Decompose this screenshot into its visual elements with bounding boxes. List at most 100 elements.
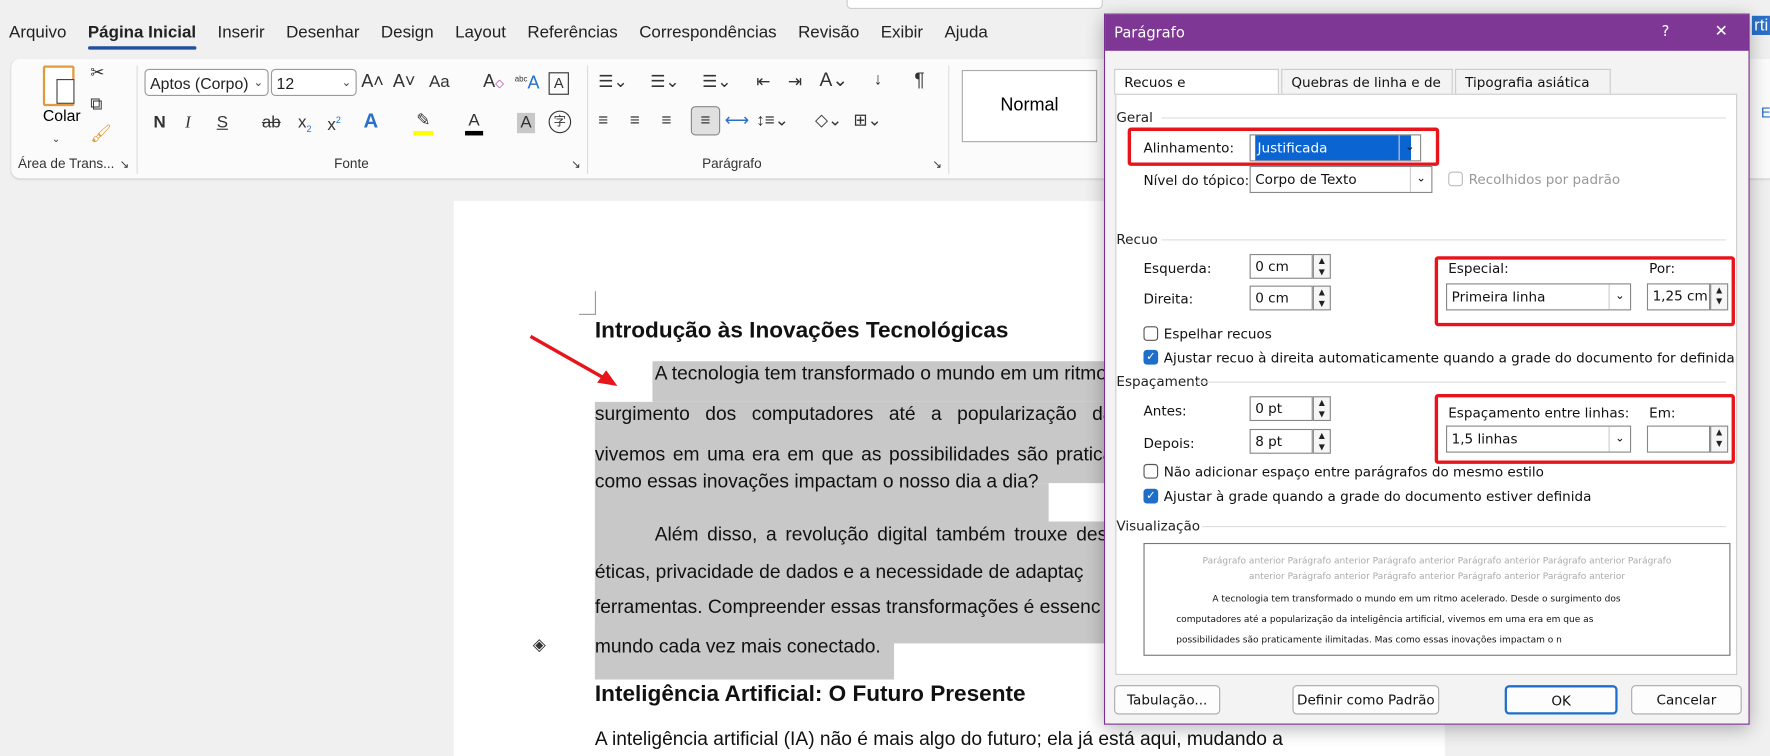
snap-grid-checkbox[interactable]: ✓: [1143, 488, 1159, 504]
numbering-icon[interactable]: ☰⌄: [650, 72, 679, 92]
superscript-icon[interactable]: x2: [327, 111, 340, 136]
set-default-button[interactable]: Definir como Padrão: [1292, 685, 1440, 715]
cut-icon[interactable]: ✂: [90, 63, 104, 83]
close-button[interactable]: ✕: [1715, 23, 1728, 41]
strikethrough-icon[interactable]: ab: [262, 113, 281, 133]
chevron-down-icon[interactable]: ⌄: [52, 129, 61, 149]
line-spacing-select[interactable]: 1,5 linhas ⌄: [1445, 425, 1632, 453]
dialog-launcher-icon[interactable]: ↘: [571, 156, 580, 176]
align-right-icon[interactable]: ≡: [661, 111, 671, 131]
para2-line[interactable]: ferramentas. Compreender essas transform…: [595, 596, 1101, 619]
after-input[interactable]: 8 pt: [1249, 428, 1313, 454]
clear-formatting-icon[interactable]: A◇: [483, 72, 504, 95]
copy-icon[interactable]: ⧉: [90, 95, 102, 115]
right-indent-input[interactable]: 0 cm: [1249, 285, 1313, 311]
auto-adjust-checkbox[interactable]: ✓: [1143, 349, 1159, 365]
subscript-icon[interactable]: x2: [298, 113, 311, 140]
collapsed-checkbox[interactable]: [1448, 171, 1463, 187]
heading-1[interactable]: Introdução às Inovações Tecnológicas: [595, 318, 1009, 344]
paste-label[interactable]: Colar: [43, 106, 81, 124]
para2-line[interactable]: Além disso, a revolução digital também t…: [655, 524, 1107, 547]
align-center-icon[interactable]: ≡: [630, 111, 640, 131]
dialog-titlebar[interactable]: Parágrafo ? ✕: [1105, 14, 1749, 51]
font-color-icon[interactable]: A: [465, 111, 484, 136]
para1-line[interactable]: A tecnologia tem transformado o mundo em…: [655, 362, 1107, 385]
font-size-select[interactable]: 12 ⌄: [270, 68, 357, 96]
justify-icon[interactable]: ≡: [690, 106, 721, 136]
partial-button[interactable]: rti: [1751, 15, 1770, 35]
para1-line[interactable]: como essas inovações impactam o nosso di…: [595, 471, 1039, 494]
italic-button[interactable]: I: [185, 113, 191, 133]
para1-line[interactable]: surgimento dos computadores até a popula…: [595, 403, 1114, 426]
mirror-indents-checkbox[interactable]: [1143, 326, 1159, 341]
tab-layout[interactable]: Layout: [455, 23, 506, 42]
tab-referencias[interactable]: Referências: [527, 23, 617, 42]
bullets-icon[interactable]: ☰⌄: [598, 72, 627, 92]
text-direction-icon[interactable]: A⌄: [820, 69, 849, 90]
at-input[interactable]: [1646, 425, 1711, 453]
tab-line-page-breaks[interactable]: Quebras de linha e de página: [1281, 68, 1453, 115]
para3-line[interactable]: A inteligência artificial (IA) não é mai…: [595, 728, 1283, 751]
style-normal[interactable]: Normal: [961, 69, 1098, 143]
para2-line[interactable]: éticas, privacidade de dados e a necessi…: [595, 561, 1084, 584]
alignment-select[interactable]: Justificada ⌄: [1249, 134, 1422, 162]
text-effects-abc-icon[interactable]: abcA: [515, 70, 540, 94]
sort-icon[interactable]: ↓: [874, 70, 882, 90]
align-left-icon[interactable]: ≡: [598, 111, 608, 131]
bold-button[interactable]: N: [154, 113, 166, 133]
tabs-button[interactable]: Tabulação...: [1114, 685, 1221, 715]
highlight-icon[interactable]: ✎: [413, 111, 434, 136]
help-button[interactable]: ?: [1662, 24, 1670, 41]
tab-ajuda[interactable]: Ajuda: [945, 23, 988, 42]
format-painter-icon[interactable]: 🖌: [90, 124, 112, 144]
character-border-icon[interactable]: A: [548, 72, 569, 95]
font-name-select[interactable]: Aptos (Corpo) ⌄: [144, 68, 269, 96]
cancel-button[interactable]: Cancelar: [1631, 685, 1742, 715]
right-indent-spinner[interactable]: ▲ ▼: [1312, 285, 1331, 311]
change-case-button[interactable]: Aa: [429, 72, 450, 92]
ok-button[interactable]: OK: [1504, 685, 1618, 715]
distributed-icon[interactable]: ⟷: [725, 111, 749, 131]
tab-asian-typography[interactable]: Tipografia asiática: [1455, 68, 1611, 94]
enclose-characters-icon[interactable]: 字: [548, 110, 572, 134]
left-indent-spinner[interactable]: ▲ ▼: [1312, 253, 1331, 279]
partial-ribbon-label[interactable]: E: [1761, 104, 1770, 121]
tab-inserir[interactable]: Inserir: [218, 23, 265, 42]
after-spinner[interactable]: ▲ ▼: [1312, 428, 1331, 454]
tab-indents-spacing[interactable]: Recuos e espaçamento: [1114, 68, 1279, 115]
tab-exibir[interactable]: Exibir: [881, 23, 923, 42]
character-shading-icon[interactable]: A: [516, 112, 536, 134]
grow-font-icon[interactable]: A˄: [361, 72, 384, 92]
dialog-launcher-icon[interactable]: ↘: [120, 156, 129, 176]
search-box[interactable]: [846, 0, 1103, 10]
shrink-font-icon[interactable]: A˅: [393, 72, 416, 92]
tab-correspondencias[interactable]: Correspondências: [639, 23, 776, 42]
shading-icon[interactable]: ◇⌄: [815, 111, 842, 131]
tab-pagina-inicial[interactable]: Página Inicial: [87, 23, 196, 50]
text-effects-icon[interactable]: A: [363, 111, 378, 131]
line-spacing-icon[interactable]: ↕≡⌄: [756, 111, 789, 131]
by-spinner[interactable]: ▲ ▼: [1710, 283, 1729, 311]
decrease-indent-icon[interactable]: ⇤: [756, 72, 770, 92]
underline-button[interactable]: S: [217, 113, 228, 133]
no-space-checkbox[interactable]: [1143, 463, 1159, 479]
tab-design[interactable]: Design: [381, 23, 434, 42]
pilcrow-button[interactable]: ¶: [914, 69, 924, 90]
outline-level-select[interactable]: Corpo de Texto ⌄: [1249, 165, 1433, 194]
dialog-launcher-icon[interactable]: ↘: [932, 156, 941, 176]
multilevel-list-icon[interactable]: ☰⌄: [702, 72, 731, 92]
para1-line[interactable]: vivemos em uma era em que as possibilida…: [595, 444, 1113, 467]
borders-icon[interactable]: ⊞⌄: [853, 111, 881, 131]
copilot-icon[interactable]: ◈: [533, 634, 546, 655]
tab-desenhar[interactable]: Desenhar: [286, 23, 359, 42]
tab-revisao[interactable]: Revisão: [798, 23, 859, 42]
at-spinner[interactable]: ▲ ▼: [1710, 425, 1729, 453]
before-spinner[interactable]: ▲ ▼: [1312, 396, 1331, 422]
tab-arquivo[interactable]: Arquivo: [9, 23, 66, 42]
special-select[interactable]: Primeira linha ⌄: [1445, 283, 1632, 311]
increase-indent-icon[interactable]: ⇥: [788, 72, 802, 92]
by-input[interactable]: 1,25 cm: [1646, 283, 1711, 311]
para2-line[interactable]: mundo cada vez mais conectado.: [595, 636, 881, 659]
left-indent-input[interactable]: 0 cm: [1249, 253, 1313, 279]
before-input[interactable]: 0 pt: [1249, 396, 1313, 422]
